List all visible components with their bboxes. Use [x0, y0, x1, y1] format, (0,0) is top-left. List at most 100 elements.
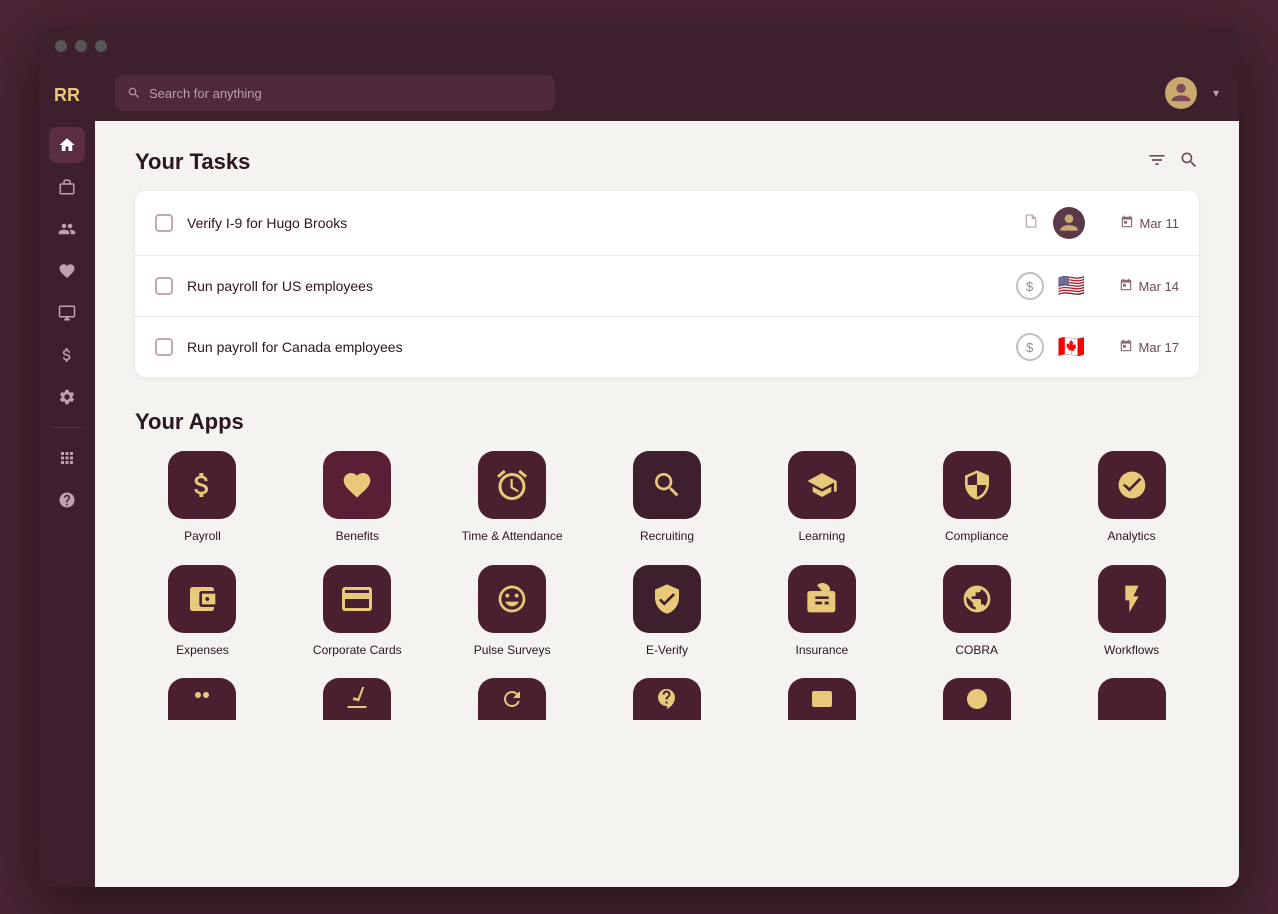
app-item-corporate-cards[interactable]: Corporate Cards — [290, 565, 425, 659]
app-label-workflows: Workflows — [1104, 643, 1159, 659]
compliance-icon — [943, 451, 1011, 519]
app-partial-icon-2 — [323, 678, 391, 720]
app-item-pulse-surveys[interactable]: Pulse Surveys — [445, 565, 580, 659]
dollar-circle-icon-2: $ — [1016, 272, 1044, 300]
tasks-title: Your Tasks — [135, 149, 250, 175]
app-item-partial-2[interactable] — [290, 678, 425, 720]
titlebar-dot-2 — [75, 40, 87, 52]
task-label-1: Verify I-9 for Hugo Brooks — [187, 215, 1009, 231]
filter-icon[interactable] — [1147, 150, 1167, 175]
app-label-benefits: Benefits — [336, 529, 379, 545]
calendar-icon-2 — [1119, 278, 1133, 295]
app-label-time-attendance: Time & Attendance — [462, 529, 563, 545]
table-row: Run payroll for Canada employees $ 🇨🇦 Ma… — [135, 317, 1199, 377]
task-date-text-2: Mar 14 — [1139, 279, 1179, 294]
sidebar-divider — [52, 427, 82, 428]
titlebar-dot-3 — [95, 40, 107, 52]
app-label-analytics: Analytics — [1108, 529, 1156, 545]
search-box[interactable]: Search for anything — [115, 75, 555, 111]
sidebar-item-dollar[interactable] — [49, 337, 85, 373]
app-partial-icon-4 — [633, 678, 701, 720]
apps-grid-row-2: Expenses Corporate Cards Pul — [135, 565, 1199, 659]
sidebar-item-help[interactable] — [49, 482, 85, 518]
app-item-workflows[interactable]: Workflows — [1064, 565, 1199, 659]
apps-grid-row-1: Payroll Benefits Time & Atte — [135, 451, 1199, 545]
app-label-learning: Learning — [798, 529, 845, 545]
app-label-insurance: Insurance — [796, 643, 849, 659]
content-wrapper: Search for anything ▾ Your Tasks — [95, 65, 1239, 887]
app-partial-icon-1 — [168, 678, 236, 720]
task-date-1: Mar 11 — [1099, 215, 1179, 232]
search-tasks-icon[interactable] — [1179, 150, 1199, 175]
task-list: Verify I-9 for Hugo Brooks Mar 11 — [135, 191, 1199, 377]
cobra-icon — [943, 565, 1011, 633]
app-partial-icon-5 — [788, 678, 856, 720]
app-partial-icon-3 — [478, 678, 546, 720]
task-date-text-3: Mar 17 — [1139, 340, 1179, 355]
task-label-3: Run payroll for Canada employees — [187, 339, 1002, 355]
task-avatar-1 — [1053, 207, 1085, 239]
benefits-icon — [323, 451, 391, 519]
task-checkbox-1[interactable] — [155, 214, 173, 232]
table-row: Run payroll for US employees $ 🇺🇸 Mar 14 — [135, 256, 1199, 317]
task-date-3: Mar 17 — [1099, 339, 1179, 356]
app-label-recruiting: Recruiting — [640, 529, 694, 545]
app-label-e-verify: E-Verify — [646, 643, 688, 659]
app-item-compliance[interactable]: Compliance — [909, 451, 1044, 545]
app-label-pulse-surveys: Pulse Surveys — [474, 643, 551, 659]
insurance-icon — [788, 565, 856, 633]
titlebar — [39, 27, 1239, 65]
app-item-partial-5[interactable] — [754, 678, 889, 720]
task-date-text-1: Mar 11 — [1140, 216, 1180, 231]
app-item-insurance[interactable]: Insurance — [754, 565, 889, 659]
app-item-cobra[interactable]: COBRA — [909, 565, 1044, 659]
workflows-icon — [1098, 565, 1166, 633]
app-item-analytics[interactable]: Analytics — [1064, 451, 1199, 545]
sidebar-item-briefcase[interactable] — [49, 169, 85, 205]
task-label-2: Run payroll for US employees — [187, 278, 1002, 294]
main-content: Your Tasks Verify I-9 for Hugo — [95, 121, 1239, 887]
tasks-section-header: Your Tasks — [135, 149, 1199, 175]
app-item-partial-1[interactable] — [135, 678, 270, 720]
corporate-cards-icon — [323, 565, 391, 633]
calendar-icon-3 — [1119, 339, 1133, 356]
sidebar-item-settings[interactable] — [49, 379, 85, 415]
app-label-expenses: Expenses — [176, 643, 229, 659]
learning-icon — [788, 451, 856, 519]
apps-section-header: Your Apps — [135, 409, 1199, 435]
app-item-partial-4[interactable] — [600, 678, 735, 720]
app-label-compliance: Compliance — [945, 529, 1008, 545]
sidebar-item-people[interactable] — [49, 211, 85, 247]
app-item-partial-3[interactable] — [445, 678, 580, 720]
apps-grid-row-3 — [135, 678, 1199, 720]
app-item-payroll[interactable]: Payroll — [135, 451, 270, 545]
app-item-benefits[interactable]: Benefits — [290, 451, 425, 545]
app-partial-icon-6 — [943, 678, 1011, 720]
app-item-partial-6[interactable] — [909, 678, 1044, 720]
search-icon — [127, 86, 141, 100]
time-attendance-icon — [478, 451, 546, 519]
app-item-recruiting[interactable]: Recruiting — [600, 451, 735, 545]
payroll-icon — [168, 451, 236, 519]
sidebar-item-monitor[interactable] — [49, 295, 85, 331]
task-date-2: Mar 14 — [1099, 278, 1179, 295]
task-checkbox-2[interactable] — [155, 277, 173, 295]
us-flag: 🇺🇸 — [1058, 273, 1085, 299]
app-item-time-attendance[interactable]: Time & Attendance — [445, 451, 580, 545]
sidebar-item-home[interactable] — [49, 127, 85, 163]
app-item-learning[interactable]: Learning — [754, 451, 889, 545]
app-item-partial-7[interactable] — [1064, 678, 1199, 720]
user-menu-chevron[interactable]: ▾ — [1213, 86, 1219, 100]
user-avatar[interactable] — [1165, 77, 1197, 109]
task-checkbox-3[interactable] — [155, 338, 173, 356]
app-item-expenses[interactable]: Expenses — [135, 565, 270, 659]
app-item-e-verify[interactable]: E-Verify — [600, 565, 735, 659]
app-partial-icon-7 — [1098, 678, 1166, 720]
dollar-circle-icon-3: $ — [1016, 333, 1044, 361]
app-window: RR — [39, 27, 1239, 887]
tasks-actions — [1147, 150, 1199, 175]
sidebar-item-addapps[interactable] — [49, 440, 85, 476]
sidebar-item-heart[interactable] — [49, 253, 85, 289]
apps-title: Your Apps — [135, 409, 244, 435]
calendar-icon-1 — [1120, 215, 1134, 232]
